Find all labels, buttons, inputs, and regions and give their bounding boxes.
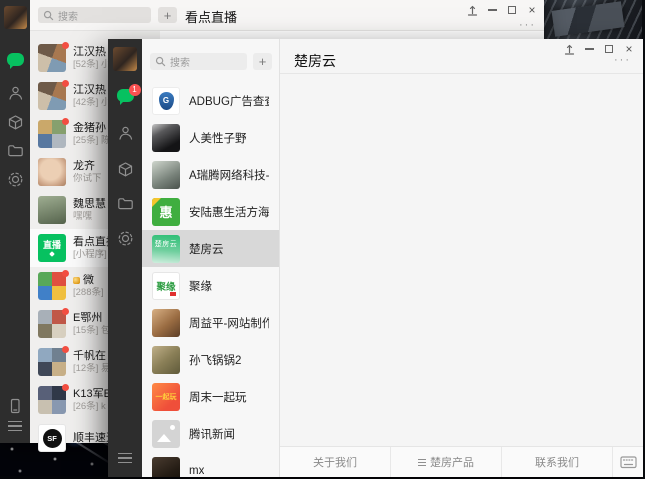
page-title: 楚房云 (294, 53, 336, 69)
contact-avatar: 惠 (152, 197, 180, 226)
contact-avatar (38, 196, 66, 224)
contact-list-item[interactable]: G ADBUG广告查查（官方客... (142, 82, 279, 119)
unread-dot-badge (62, 270, 69, 277)
group-avatar (38, 80, 69, 110)
main-title-bar: 搜索 + 看点直播 × ··· (30, 0, 544, 31)
more-options-button[interactable]: ··· (519, 20, 536, 31)
unread-dot-badge (62, 384, 69, 391)
contact-list-item[interactable]: 人美性子野 (142, 119, 279, 156)
main-nav-sidebar (0, 0, 30, 443)
contact-avatar (38, 158, 66, 186)
moments-flower-icon[interactable] (0, 171, 30, 188)
contact-avatar: G (152, 86, 180, 115)
contact-list-item[interactable]: 腾讯新闻 (142, 415, 279, 452)
group-avatar (38, 118, 69, 148)
wechat-secondary-window: 1 搜索 + G ADBUG广告查 人美性子野 A瑞腾网络科技 惠 安陆惠生活方… (108, 39, 643, 477)
close-button[interactable]: × (619, 42, 639, 56)
contact-avatar (152, 419, 180, 448)
live-miniprogram-avatar: 直播 (38, 234, 66, 262)
contact-list-item[interactable]: mx (142, 452, 279, 477)
submenu-icon (418, 458, 426, 466)
keyboard-toggle-icon[interactable] (613, 447, 643, 477)
menu-item-contact[interactable]: 联系我们 (502, 447, 613, 477)
search-input[interactable]: 搜索 (150, 53, 247, 70)
maximize-button[interactable] (599, 42, 619, 56)
unread-dot-badge (62, 346, 69, 353)
contact-avatar (152, 308, 180, 337)
contact-avatar (152, 160, 180, 189)
favorites-box-icon[interactable] (0, 114, 30, 131)
menu-item-about[interactable]: 关于我们 (280, 447, 391, 477)
contact-avatar (152, 123, 180, 152)
contacts-icon[interactable] (108, 125, 142, 141)
search-placeholder: 搜索 (58, 11, 78, 23)
unread-dot-badge (62, 80, 69, 87)
close-button[interactable]: × (522, 3, 542, 17)
contact-list-panel: 搜索 + G ADBUG广告查查（官方客... 人美性子野 A瑞腾网络科技-Ri… (142, 39, 280, 477)
contact-avatar: 聚缘 (152, 271, 180, 300)
phone-icon[interactable] (0, 398, 30, 414)
search-placeholder: 搜索 (170, 58, 190, 69)
add-button[interactable]: + (253, 53, 272, 70)
nav-sidebar: 1 (108, 39, 142, 477)
group-avatar (38, 346, 69, 376)
more-options-button[interactable]: ··· (614, 55, 631, 66)
menu-hamburger-icon[interactable] (108, 453, 142, 464)
sf-express-avatar: SF (38, 424, 66, 452)
contact-avatar: 一起玩 (152, 382, 180, 411)
chat-title: 看点直播 (185, 10, 238, 25)
pin-window-icon[interactable] (462, 3, 482, 17)
group-avatar (38, 42, 69, 72)
group-avatar (38, 308, 69, 338)
chats-icon[interactable]: 1 (108, 84, 142, 105)
menu-hamburger-icon[interactable] (0, 421, 30, 432)
window-controls: × (462, 3, 542, 17)
minimize-button[interactable] (579, 42, 599, 56)
search-input[interactable]: 搜索 (38, 7, 151, 23)
minimize-button[interactable] (482, 3, 502, 17)
contact-list-item[interactable]: 孙飞锅锅2 (142, 341, 279, 378)
contacts-icon[interactable] (0, 85, 30, 101)
contact-list-item[interactable]: 一起玩 周末一起玩 (142, 378, 279, 415)
pin-window-icon[interactable] (559, 42, 579, 56)
contact-list-item[interactable]: 聚缘 聚缘 (142, 267, 279, 304)
contact-avatar: 楚房云 (152, 234, 180, 263)
contact-list-item[interactable]: 惠 安陆惠生活方海洲 (142, 193, 279, 230)
contact-list-item[interactable]: 周益平-网站制作,公众号,4... (142, 304, 279, 341)
contact-avatar (152, 345, 180, 374)
unread-dot-badge (62, 308, 69, 315)
user-avatar[interactable] (108, 47, 142, 71)
add-button[interactable]: + (158, 7, 177, 23)
menu-item-products[interactable]: 楚房产品 (391, 447, 502, 477)
official-account-menu-bar: 关于我们 楚房产品 联系我们 (280, 446, 643, 477)
unread-count-badge: 1 (128, 84, 141, 96)
emoji-icon (73, 276, 80, 284)
contact-avatar (152, 456, 180, 477)
unread-dot-badge (62, 118, 69, 125)
chat-files-icon[interactable] (108, 196, 142, 210)
official-account-content: 楚房云 ··· 关于我们 楚房产品 联系我们 (280, 39, 643, 477)
favorites-box-icon[interactable] (108, 161, 142, 178)
unread-dot-badge (62, 42, 69, 49)
window-controls: × (559, 42, 639, 56)
contact-list-item-selected[interactable]: 楚房云 楚房云 (142, 230, 279, 267)
chat-files-icon[interactable] (0, 143, 30, 157)
contact-list: G ADBUG广告查查（官方客... 人美性子野 A瑞腾网络科技-Richard… (142, 82, 279, 477)
chats-icon[interactable] (0, 53, 30, 69)
group-avatar (38, 270, 69, 300)
user-avatar[interactable] (0, 6, 30, 29)
group-avatar (38, 384, 69, 414)
contact-list-item[interactable]: A瑞腾网络科技-Richard (142, 156, 279, 193)
desktop: 搜索 + 看点直播 × ··· 江汉热 [52条] 小 江汉热 [42条] 小 … (0, 0, 645, 479)
maximize-button[interactable] (502, 3, 522, 17)
moments-flower-icon[interactable] (108, 230, 142, 247)
